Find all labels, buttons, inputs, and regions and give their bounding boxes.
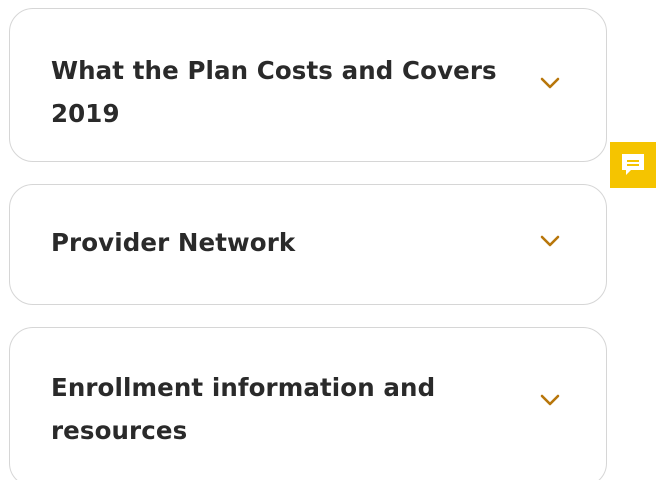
accordion-title: Enrollment information and resources xyxy=(51,373,436,445)
feedback-button[interactable] xyxy=(610,142,656,188)
chevron-down-icon[interactable] xyxy=(538,229,562,253)
accordion-provider-network[interactable]: Provider Network xyxy=(9,184,607,305)
chevron-down-icon[interactable] xyxy=(538,71,562,95)
accordion-plan-costs[interactable]: What the Plan Costs and Covers 2019 xyxy=(9,8,607,162)
accordion-title: Provider Network xyxy=(51,228,296,257)
accordion-enrollment-info[interactable]: Enrollment information and resources xyxy=(9,327,607,480)
chevron-down-icon[interactable] xyxy=(538,388,562,412)
accordion-title: What the Plan Costs and Covers 2019 xyxy=(51,56,497,128)
page: What the Plan Costs and Covers 2019 Prov… xyxy=(0,0,660,480)
feedback-icon xyxy=(619,151,647,179)
